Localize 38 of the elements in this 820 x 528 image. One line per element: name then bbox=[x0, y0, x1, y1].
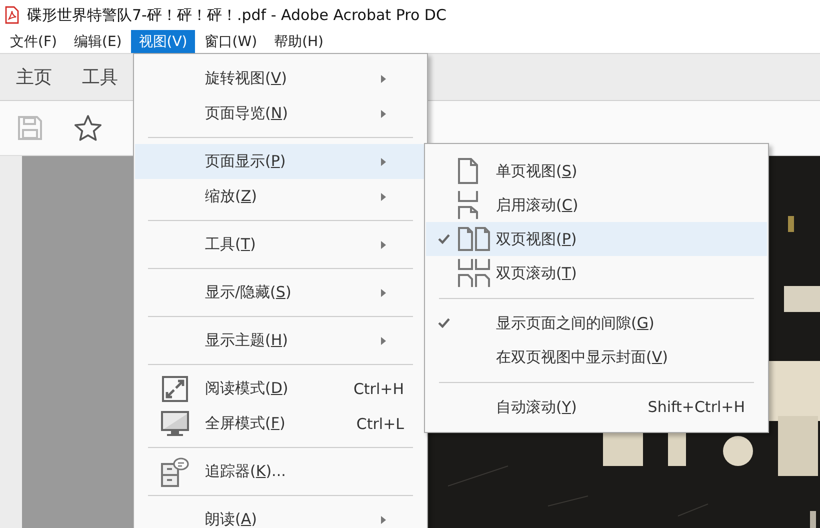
menu-item[interactable]: 工具(T) bbox=[135, 227, 426, 262]
menu-item[interactable]: 双页视图(P) bbox=[426, 222, 767, 256]
menu-item[interactable]: 启用滚动(C) bbox=[426, 188, 767, 222]
expand-icon bbox=[162, 376, 188, 402]
two-pages-icon bbox=[458, 227, 490, 251]
menu-item[interactable]: 帮助(H) bbox=[266, 30, 332, 53]
pdf-file-icon bbox=[5, 6, 19, 24]
menu-item[interactable]: 窗口(W) bbox=[196, 30, 266, 53]
menu-item[interactable]: 显示/隐藏(S) bbox=[135, 275, 426, 310]
shortcut-text: Shift+Ctrl+H bbox=[648, 398, 745, 416]
menu-item[interactable]: 单页视图(S) bbox=[426, 154, 767, 188]
nav-tab[interactable]: 工具 bbox=[72, 65, 128, 89]
nav-tab[interactable]: 主页 bbox=[6, 65, 62, 89]
menu-item[interactable]: 自动滚动(Y) Shift+Ctrl+H bbox=[426, 390, 767, 424]
star-icon[interactable] bbox=[73, 114, 103, 142]
menu-item[interactable]: 缩放(Z) bbox=[135, 179, 426, 214]
scrolling-pages-icon bbox=[458, 191, 478, 219]
menu-item[interactable]: 页面导览(N) bbox=[135, 96, 426, 131]
shortcut-text: Ctrl+L bbox=[356, 414, 404, 432]
menu-item[interactable]: 显示页面之间的间隙(G) bbox=[426, 306, 767, 340]
menu-item[interactable]: 旋转视图(V) bbox=[135, 61, 426, 96]
menu-item[interactable]: 视图(V) bbox=[130, 30, 196, 53]
tracker-icon bbox=[161, 456, 189, 486]
menu-item[interactable]: 文件(F) bbox=[2, 30, 65, 53]
menu-item[interactable]: 编辑(E) bbox=[66, 30, 130, 53]
window-title: 碟形世界特警队7-砰！砰！砰！.pdf - Adobe Acrobat Pro DC bbox=[27, 6, 446, 24]
menu-item[interactable]: 页面显示(P) bbox=[135, 144, 426, 179]
menu-item[interactable]: 显示主题(H) bbox=[135, 323, 426, 358]
menu-item[interactable]: 阅读模式(D) Ctrl+H bbox=[135, 371, 426, 406]
monitor-icon bbox=[161, 410, 189, 436]
menu-item[interactable]: 朗读(A) bbox=[135, 502, 426, 528]
two-pages-scrolling-icon bbox=[458, 259, 490, 287]
menu-item[interactable]: 在双页视图中显示封面(V) bbox=[426, 340, 767, 374]
menu-item[interactable]: 全屏模式(F) Ctrl+L bbox=[135, 406, 426, 441]
shortcut-text: Ctrl+H bbox=[353, 380, 404, 398]
menu-item[interactable]: 双页滚动(T) bbox=[426, 256, 767, 290]
page-icon bbox=[458, 158, 478, 184]
menu-item[interactable]: 追踪器(K)... bbox=[135, 454, 426, 489]
